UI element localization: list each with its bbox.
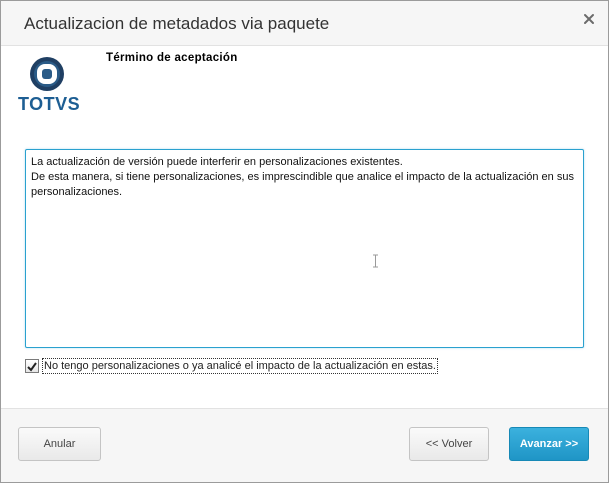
terms-textarea[interactable]: La actualización de versión puede interf… (25, 149, 584, 348)
section-title: Término de aceptación (106, 52, 238, 64)
dialog-titlebar: Actualizacion de metadados via paquete (1, 1, 608, 46)
dialog-title: Actualizacion de metadados via paquete (24, 14, 330, 33)
terms-line: De esta manera, si tiene personalizacion… (31, 171, 574, 198)
accept-checkbox[interactable] (25, 359, 39, 373)
back-button[interactable]: << Volver (409, 427, 489, 461)
cancel-button[interactable]: Anular (18, 427, 101, 461)
dialog-footer: Anular << Volver Avanzar >> (1, 408, 608, 482)
dialog-window: Actualizacion de metadados via paquete T… (0, 0, 609, 483)
checkmark-icon (27, 362, 37, 372)
terms-text: La actualización de versión puede interf… (31, 155, 576, 200)
terms-line: La actualización de versión puede interf… (31, 156, 403, 168)
text-cursor-icon (373, 254, 378, 268)
close-icon[interactable] (582, 12, 596, 26)
accept-label[interactable]: No tengo personalizaciones o ya analicé … (42, 358, 438, 374)
next-button[interactable]: Avanzar >> (509, 427, 589, 461)
close-button[interactable] (582, 12, 596, 26)
logo-wordmark: TOTVS (18, 94, 81, 114)
